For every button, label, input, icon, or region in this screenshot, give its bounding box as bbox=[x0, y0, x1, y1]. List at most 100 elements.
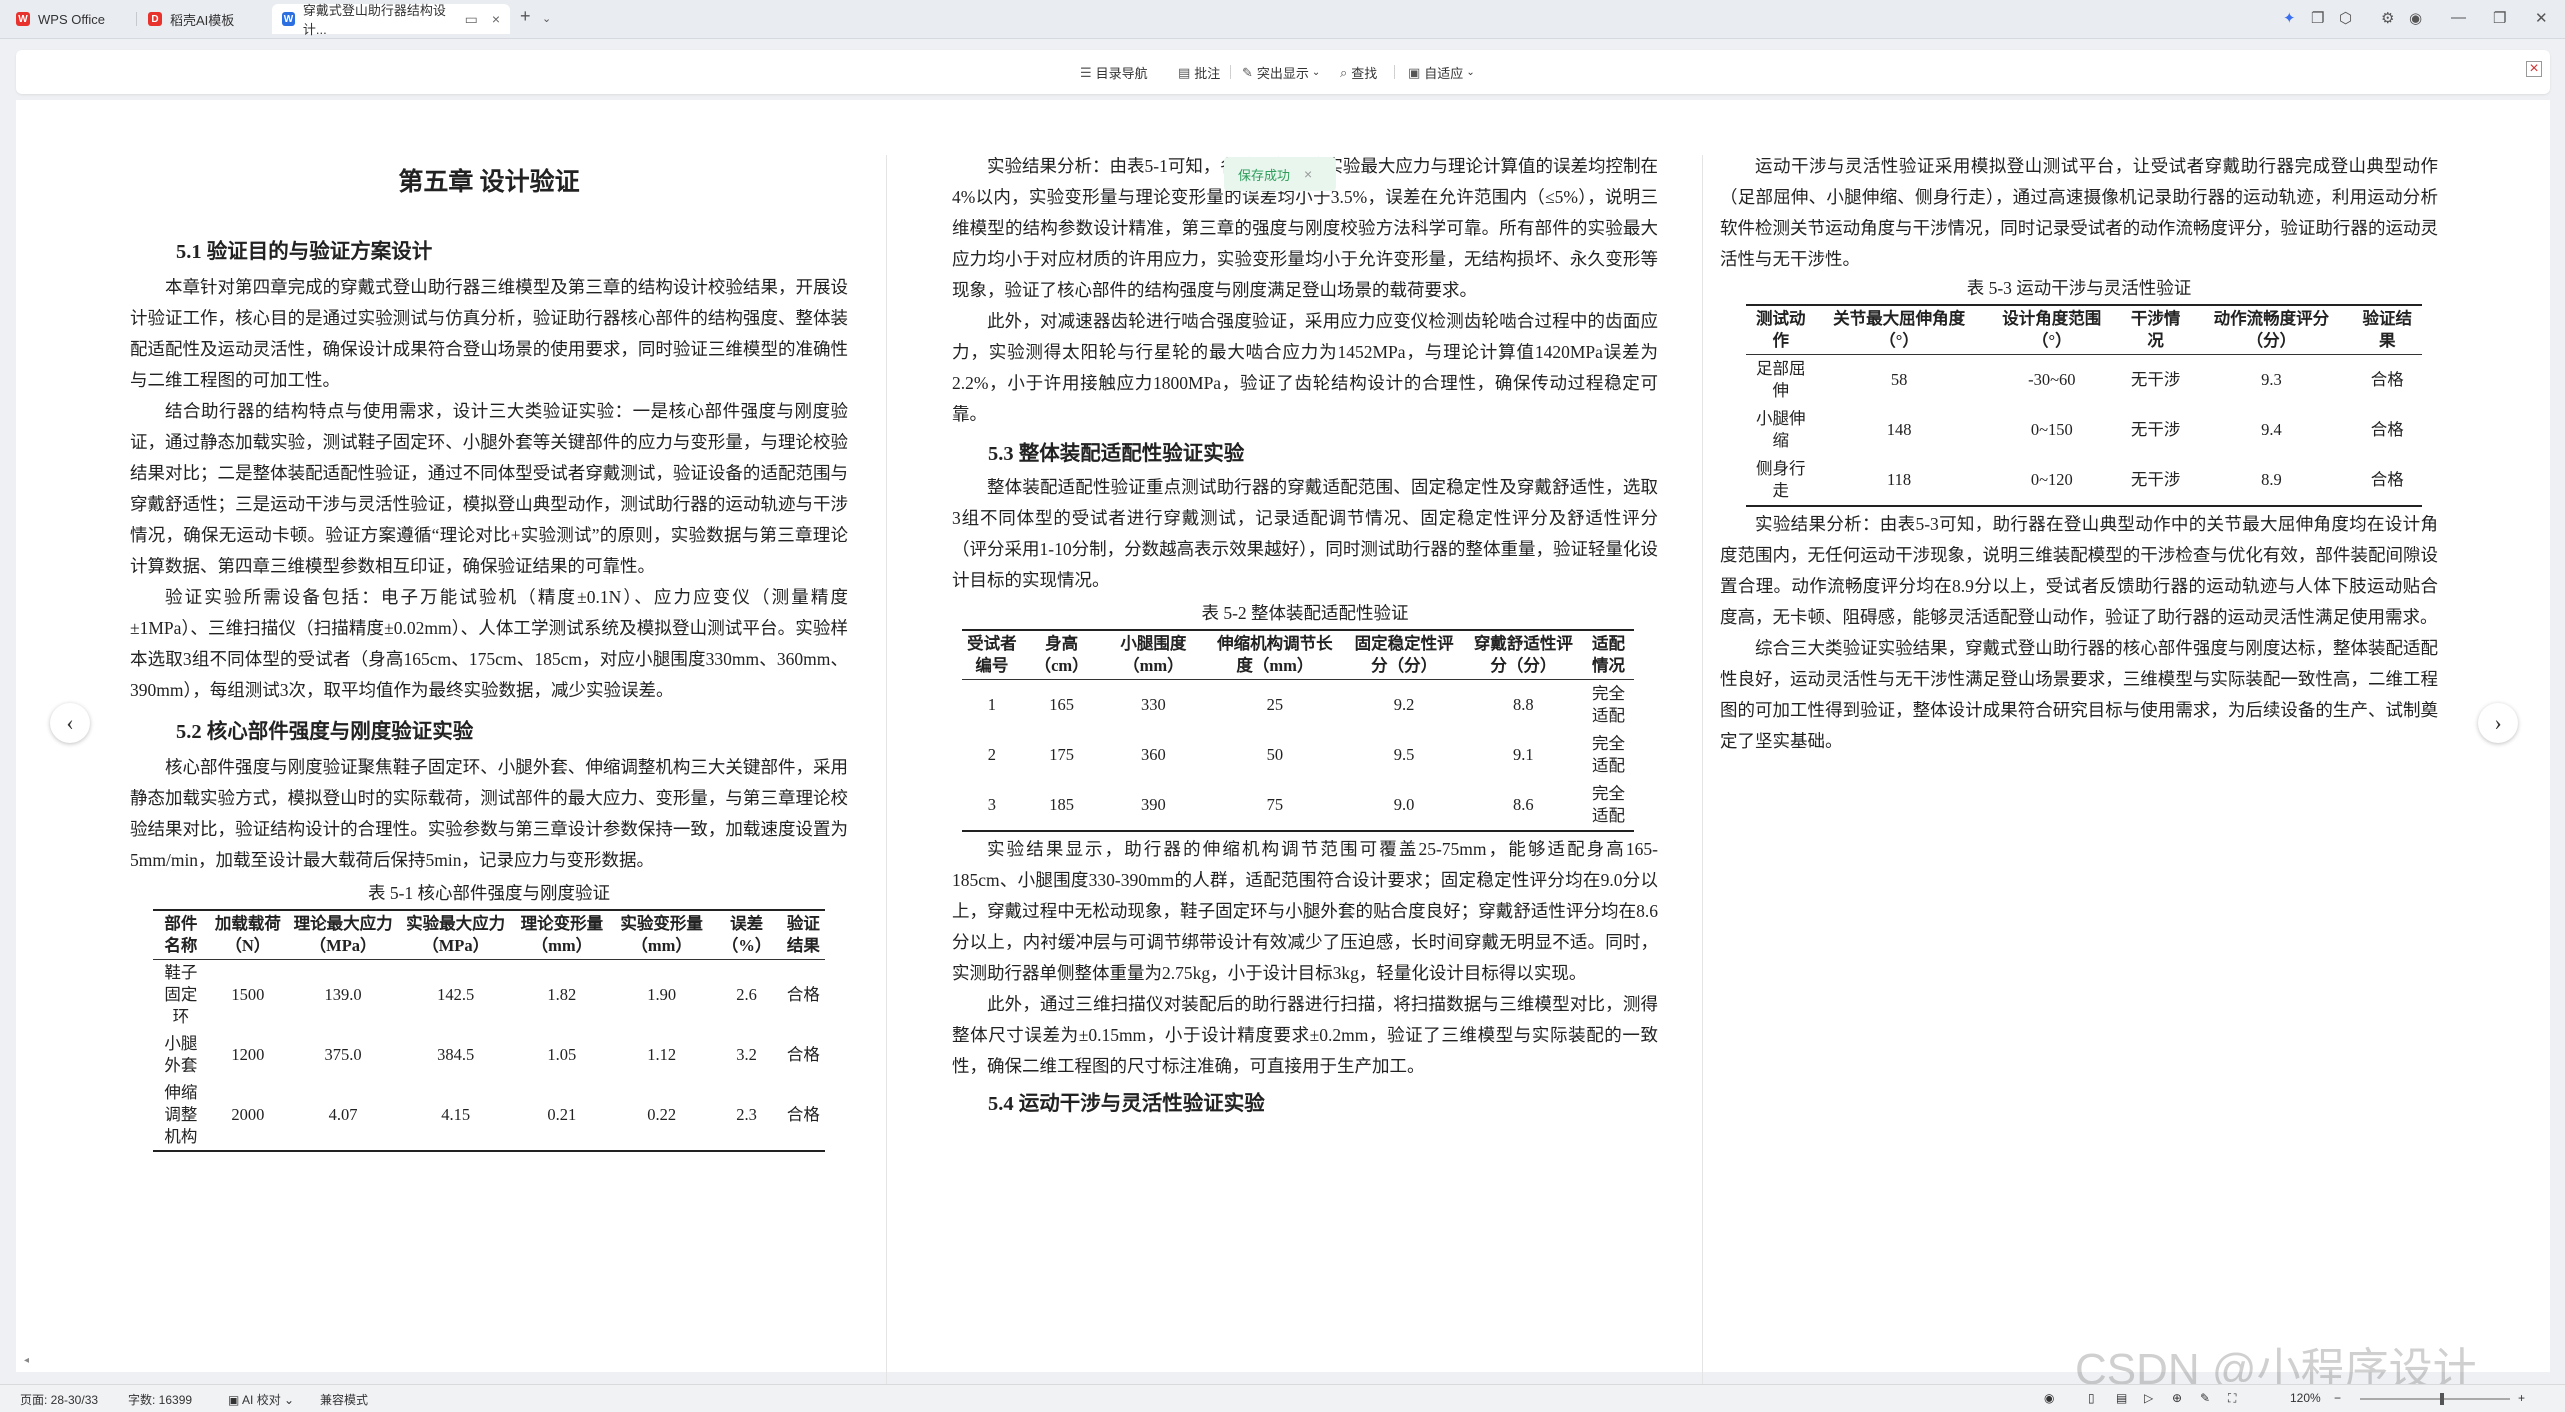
table-header-cell: 验证结果 bbox=[781, 910, 825, 960]
zoom-slider-handle[interactable] bbox=[2440, 1393, 2444, 1405]
wps-logo-icon: W bbox=[16, 12, 30, 26]
table-cell: 合格 bbox=[2370, 370, 2404, 389]
table-cell: 0~120 bbox=[1982, 455, 2121, 507]
toast-close-icon[interactable]: × bbox=[1304, 166, 1312, 182]
outline-view-icon[interactable]: ▤ bbox=[2116, 1391, 2127, 1405]
tab-bar: W WPS Office D 稻壳AI模板 W 穿戴式登山助行器结构设计... … bbox=[0, 0, 2565, 39]
table-cell: 小腿外套 bbox=[164, 1034, 198, 1075]
zoom-slider[interactable] bbox=[2360, 1398, 2510, 1400]
comment-label: 批注 bbox=[1194, 66, 1221, 81]
toc-nav-button[interactable]: ☰ 目录导航 bbox=[1080, 63, 1148, 82]
read-mode-icon[interactable]: ▷ bbox=[2144, 1391, 2153, 1405]
tab-wps-office[interactable]: W WPS Office bbox=[6, 4, 134, 34]
table-cell: 1 bbox=[987, 695, 997, 714]
table-cell: 2.3 bbox=[711, 1080, 782, 1152]
save-success-toast: 保存成功 × bbox=[1224, 157, 1336, 191]
table-header-cell: 受试者编号 bbox=[962, 630, 1022, 680]
find-label: 查找 bbox=[1351, 66, 1378, 81]
fit-button[interactable]: ▣ 自适应 ⌄ bbox=[1408, 63, 1475, 82]
table-header-cell: 身高（cm） bbox=[1021, 630, 1102, 680]
table-cell: 142.5 bbox=[437, 985, 475, 1004]
page-view-icon[interactable]: ▯ bbox=[2088, 1391, 2095, 1405]
table-cell: 165 bbox=[1049, 695, 1075, 714]
table-cell: 合格 bbox=[2370, 420, 2404, 439]
eye-protection-icon[interactable]: ◉ bbox=[2044, 1391, 2054, 1405]
table-cell: 合格 bbox=[786, 1045, 820, 1064]
table-cell: 完全适配 bbox=[1591, 734, 1625, 775]
scroll-left-arrow-icon[interactable]: ◂ bbox=[24, 1355, 29, 1366]
find-button[interactable]: ⌕ 查找 bbox=[1340, 63, 1377, 82]
close-tab-icon[interactable]: × bbox=[492, 11, 500, 27]
table-cell: 384.5 bbox=[437, 1045, 475, 1064]
word-count[interactable]: 字数: 16399 bbox=[128, 1391, 192, 1408]
table-cell: 0.21 bbox=[511, 1080, 612, 1152]
docer-logo-icon: D bbox=[148, 12, 162, 26]
chevron-right-icon: › bbox=[2494, 710, 2502, 735]
comment-button[interactable]: ▤ 批注 bbox=[1178, 63, 1220, 82]
table-cell: 4.15 bbox=[399, 1080, 512, 1152]
minimize-icon[interactable]: — bbox=[2451, 9, 2466, 26]
table-cell: 8.8 bbox=[1513, 695, 1534, 714]
exit-reading-close-icon[interactable]: × bbox=[2526, 61, 2542, 77]
paragraph: 整体装配适配性验证重点测试助行器的穿戴适配范围、固定稳定性及穿戴舒适性，选取3组… bbox=[952, 477, 1658, 590]
document-area: 第五章 设计验证 5.1 验证目的与验证方案设计 本章针对第四章完成的穿戴式登山… bbox=[16, 100, 2550, 1410]
word-doc-icon: W bbox=[282, 12, 295, 26]
paragraph: 本章针对第四章完成的穿戴式登山助行器三维模型及第三章的结构设计校验结果，开展设计… bbox=[130, 277, 848, 390]
monitor-icon: ▭ bbox=[464, 10, 478, 27]
user-avatar-icon[interactable]: ◉ bbox=[2409, 9, 2422, 27]
table-header-cell: 误差（%） bbox=[711, 910, 782, 960]
table-cell: 360 bbox=[1141, 745, 1166, 764]
ai-proofread-button[interactable]: ▣ AI 校对 ⌄ bbox=[228, 1391, 294, 1408]
comment-icon: ▤ bbox=[1178, 64, 1191, 80]
table-cell: 伸缩调整机构 bbox=[153, 1080, 209, 1152]
paragraph: 此外，通过三维扫描仪对装配后的助行器进行扫描，将扫描数据与三维模型对比，测得整体… bbox=[952, 994, 1658, 1076]
paragraph: 结合助行器的结构特点与使用需求，设计三大类验证实验：一是核心部件强度与刚度验证，… bbox=[130, 401, 848, 576]
fullscreen-icon[interactable]: ⛶ bbox=[2228, 1391, 2236, 1406]
table-cell: 330 bbox=[1141, 695, 1166, 714]
table-5-2: 受试者编号 身高（cm） 小腿围度（mm） 伸缩机构调节长度（mm） 固定稳定性评分（分… bbox=[962, 629, 1634, 832]
table-5-1: 部件名称 加载载荷（N） 理论最大应力（MPa） 实验最大应力（MPa） 理论变形量（m… bbox=[153, 909, 825, 1152]
tab-document[interactable]: W 穿戴式登山助行器结构设计... ▭ × bbox=[272, 3, 510, 37]
paragraph: 实验结果分析：由表5-3可知，助行器在登山典型动作中的关节最大屈伸角度均在设计角… bbox=[1720, 514, 2438, 627]
table-cell: -30~60 bbox=[2028, 370, 2076, 389]
table-header-cell: 设计角度范围（°） bbox=[1982, 305, 2121, 355]
cube-icon[interactable]: ⬡ bbox=[2339, 9, 2352, 27]
highlight-button[interactable]: ✎ 突出显示 ⌄ bbox=[1242, 63, 1320, 82]
window-layout-icon[interactable]: ❐ bbox=[2311, 9, 2324, 27]
restore-icon[interactable]: ❐ bbox=[2493, 9, 2506, 27]
paragraph: 实验结果显示，助行器的伸缩机构调节范围可覆盖25-75mm，能够适配身高165-… bbox=[952, 839, 1658, 983]
table-header-cell: 实验最大应力（MPa） bbox=[399, 910, 512, 960]
table-cell: 9.3 bbox=[2261, 370, 2282, 389]
chevron-down-icon[interactable]: ⌄ bbox=[542, 12, 551, 25]
table-header-cell: 实验变形量（mm） bbox=[611, 910, 712, 960]
settings-icon[interactable]: ⚙ bbox=[2381, 9, 2394, 27]
table-cell: 0~150 bbox=[2030, 420, 2073, 439]
fit-label: 自适应 bbox=[1424, 66, 1464, 81]
zoom-out-icon[interactable]: − bbox=[2334, 1391, 2341, 1405]
table-row: 侧身行走 118 0~120 无干涉 8.9 合格 bbox=[1746, 455, 2422, 507]
zoom-in-icon[interactable]: + bbox=[2518, 1391, 2525, 1405]
table-cell: 无干涉 bbox=[2130, 420, 2181, 439]
table-row: 鞋子固定环 1500 139.0 142.5 1.82 1.90 2.6 合格 bbox=[153, 960, 825, 1031]
ai-proofread-label: AI 校对 bbox=[242, 1393, 281, 1407]
table-cell: 2000 bbox=[208, 1080, 287, 1152]
tab-docer-ai-template[interactable]: D 稻壳AI模板 bbox=[138, 4, 268, 34]
web-view-icon[interactable]: ⊕ bbox=[2172, 1391, 2182, 1405]
ai-assistant-icon[interactable]: ✦ bbox=[2283, 9, 2296, 27]
table-row: 1 165 330 25 9.2 8.8 完全适配 bbox=[962, 680, 1634, 731]
tab-label: 穿戴式登山助行器结构设计... bbox=[302, 3, 446, 37]
new-tab-plus-icon[interactable]: + bbox=[520, 6, 531, 27]
table-cell: 2 bbox=[987, 745, 997, 764]
reading-toolbar: ☰ 目录导航 ▤ 批注 ✎ 突出显示 ⌄ ⌕ 查找 ▣ 自适应 ⌄ × bbox=[16, 50, 2550, 94]
paragraph: 核心部件强度与刚度验证聚焦鞋子固定环、小腿外套、伸缩调整机构三大关键部件，采用静… bbox=[130, 757, 848, 870]
page-indicator[interactable]: 页面: 28-30/33 bbox=[20, 1391, 98, 1408]
close-window-icon[interactable]: ✕ bbox=[2535, 9, 2548, 27]
table-cell: 9.0 bbox=[1344, 780, 1464, 832]
prev-page-button[interactable]: ‹ bbox=[50, 703, 90, 743]
write-mode-icon[interactable]: ✎ bbox=[2200, 1391, 2210, 1405]
zoom-level[interactable]: 120% bbox=[2290, 1391, 2321, 1405]
next-page-button[interactable]: › bbox=[2478, 703, 2518, 743]
table-cell: 完全适配 bbox=[1591, 684, 1625, 725]
page-divider bbox=[1702, 155, 1703, 1410]
table-cell: 3.2 bbox=[736, 1045, 757, 1064]
